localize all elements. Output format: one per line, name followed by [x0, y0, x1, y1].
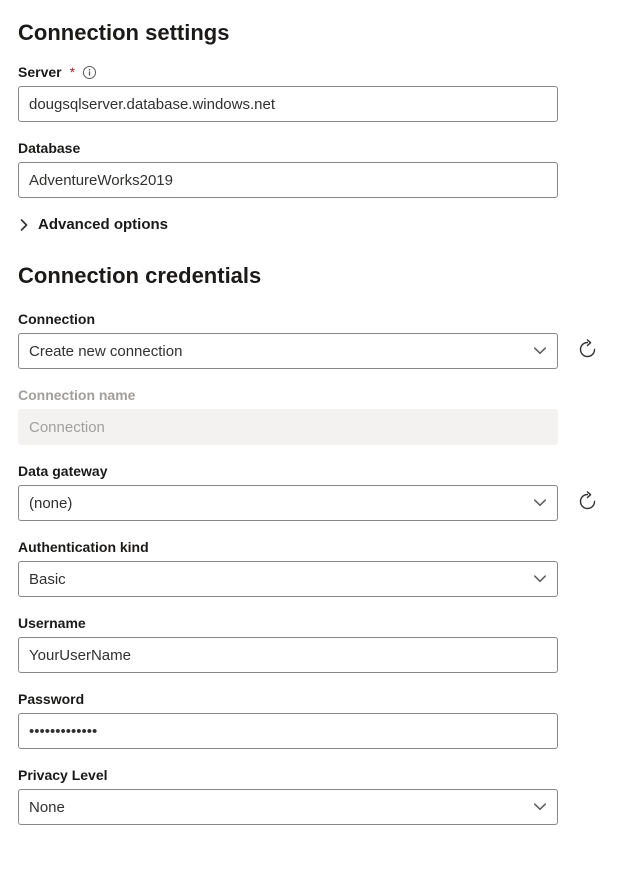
connection-label-text: Connection: [18, 311, 95, 327]
auth-kind-label-text: Authentication kind: [18, 539, 149, 555]
connection-select-value: Create new connection: [29, 343, 182, 360]
auth-kind-label: Authentication kind: [18, 539, 602, 555]
server-label-text: Server: [18, 64, 62, 80]
advanced-options-label: Advanced options: [38, 216, 168, 233]
database-label: Database: [18, 140, 602, 156]
username-label: Username: [18, 615, 602, 631]
username-input[interactable]: [18, 637, 558, 673]
auth-kind-select-value: Basic: [29, 571, 66, 588]
database-label-text: Database: [18, 140, 80, 156]
data-gateway-select-value: (none): [29, 495, 72, 512]
connection-name-placeholder: Connection: [29, 419, 105, 436]
advanced-options-toggle[interactable]: Advanced options: [18, 216, 602, 233]
password-label: Password: [18, 691, 602, 707]
data-gateway-label-text: Data gateway: [18, 463, 107, 479]
chevron-down-icon: [533, 800, 547, 814]
connection-label: Connection: [18, 311, 602, 327]
database-input[interactable]: [18, 162, 558, 198]
chevron-right-icon: [18, 219, 30, 231]
privacy-level-label-text: Privacy Level: [18, 767, 108, 783]
connection-name-input: Connection: [18, 409, 558, 445]
chevron-down-icon: [533, 572, 547, 586]
refresh-gateway-button[interactable]: [576, 492, 598, 514]
chevron-down-icon: [533, 496, 547, 510]
connection-credentials-title: Connection credentials: [18, 263, 602, 289]
connection-select[interactable]: Create new connection: [18, 333, 558, 369]
username-label-text: Username: [18, 615, 86, 631]
privacy-level-select[interactable]: None: [18, 789, 558, 825]
server-label: Server *: [18, 64, 602, 80]
password-input[interactable]: [18, 713, 558, 749]
data-gateway-select[interactable]: (none): [18, 485, 558, 521]
chevron-down-icon: [533, 344, 547, 358]
privacy-level-label: Privacy Level: [18, 767, 602, 783]
required-indicator: *: [70, 64, 75, 80]
server-input[interactable]: [18, 86, 558, 122]
info-icon[interactable]: [81, 64, 97, 80]
password-label-text: Password: [18, 691, 84, 707]
refresh-connection-button[interactable]: [576, 340, 598, 362]
connection-name-label: Connection name: [18, 387, 602, 403]
refresh-icon: [577, 339, 598, 363]
connection-name-label-text: Connection name: [18, 387, 135, 403]
auth-kind-select[interactable]: Basic: [18, 561, 558, 597]
privacy-level-select-value: None: [29, 799, 65, 816]
connection-settings-title: Connection settings: [18, 20, 602, 46]
refresh-icon: [577, 491, 598, 515]
data-gateway-label: Data gateway: [18, 463, 602, 479]
